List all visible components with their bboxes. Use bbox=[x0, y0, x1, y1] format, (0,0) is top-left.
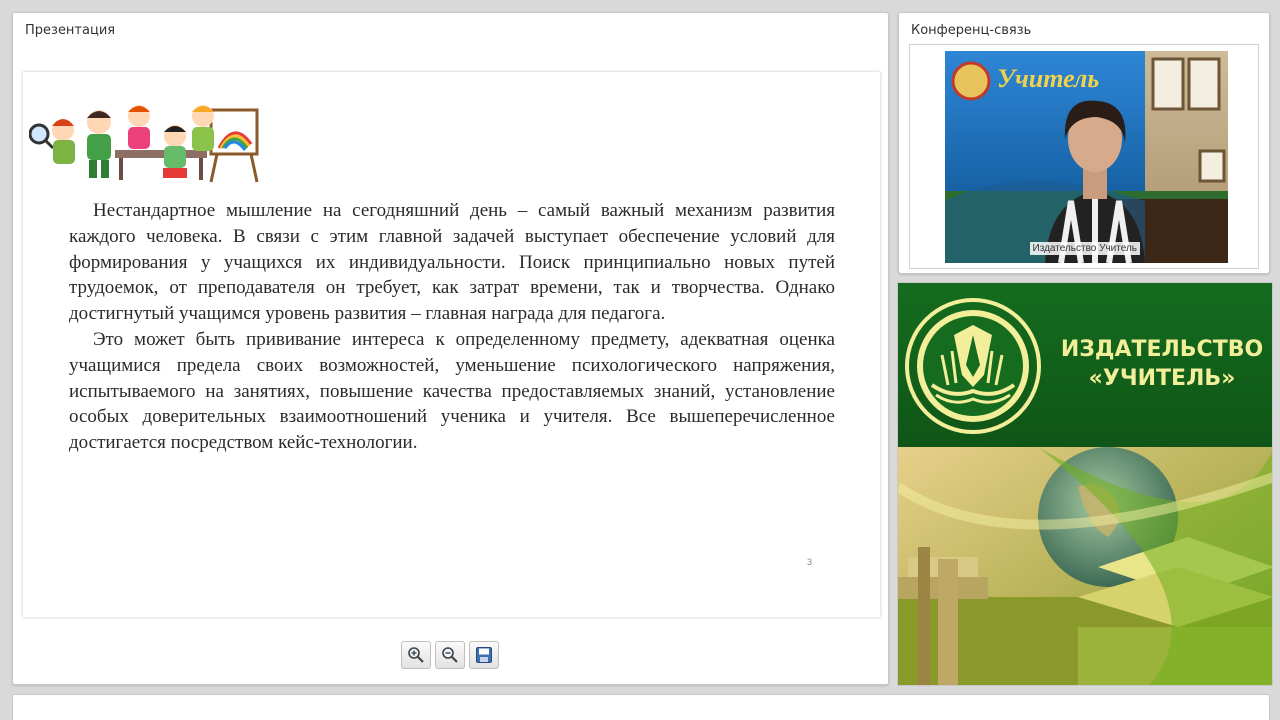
publisher-name-line1: ИЗДАТЕЛЬСТВО bbox=[1060, 337, 1264, 362]
zoom-in-button[interactable] bbox=[401, 641, 431, 669]
kids-illustration bbox=[29, 105, 259, 183]
slide-text: Нестандартное мышление на сегодняшний де… bbox=[69, 198, 835, 456]
save-button[interactable] bbox=[469, 641, 499, 669]
publisher-name: ИЗДАТЕЛЬСТВО «УЧИТЕЛЬ» bbox=[1056, 335, 1268, 393]
presentation-title: Презентация bbox=[25, 23, 116, 38]
banner-text: Учитель bbox=[997, 64, 1099, 93]
speaker-video-image: Учитель bbox=[945, 51, 1228, 263]
slide: Нестандартное мышление на сегодняшний де… bbox=[23, 72, 880, 617]
publisher-logo-icon bbox=[905, 298, 1041, 434]
publisher-name-line2: «УЧИТЕЛЬ» bbox=[1088, 366, 1236, 391]
presentation-toolbar bbox=[401, 641, 499, 671]
zoom-out-button[interactable] bbox=[435, 641, 465, 669]
speaker-video[interactable]: Учитель Издательство Учитель bbox=[945, 51, 1228, 263]
speaker-caption: Издательство Учитель bbox=[1029, 242, 1140, 255]
floppy-disk-icon bbox=[476, 647, 492, 663]
publisher-banner-top: ИЗДАТЕЛЬСТВО «УЧИТЕЛЬ» bbox=[898, 283, 1272, 447]
zoom-in-icon bbox=[408, 647, 424, 663]
conference-title: Конференц-связь bbox=[911, 23, 1032, 38]
video-frame: Учитель Издательство Учитель bbox=[909, 44, 1259, 269]
conference-panel: Конференц-связь Учитель Издательство Учи… bbox=[898, 12, 1270, 274]
slide-page-number: 3 bbox=[807, 557, 813, 567]
bottom-panel bbox=[12, 694, 1270, 720]
slide-paragraph: Нестандартное мышление на сегодняшний де… bbox=[69, 200, 835, 325]
presentation-panel: Презентация Нестандартное мышление на се… bbox=[12, 12, 889, 685]
zoom-out-icon bbox=[442, 647, 458, 663]
publisher-banner: ИЗДАТЕЛЬСТВО «УЧИТЕЛЬ» bbox=[897, 282, 1273, 686]
slide-paragraph: Это может быть прививание интереса к опр… bbox=[69, 328, 835, 454]
books-and-globe-image bbox=[898, 447, 1272, 685]
